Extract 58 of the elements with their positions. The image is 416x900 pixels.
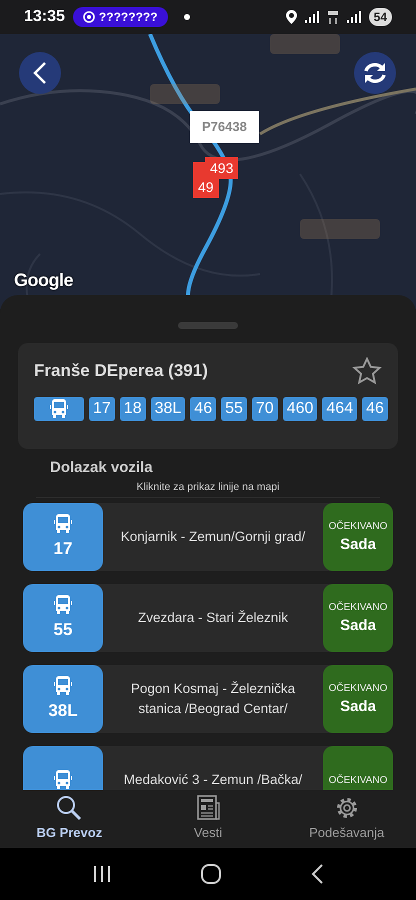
location-icon bbox=[286, 10, 297, 24]
target-icon bbox=[82, 11, 95, 23]
bus-icon bbox=[54, 594, 72, 614]
line-chip[interactable]: 70 bbox=[252, 397, 278, 421]
arrival-row[interactable]: 55 Zvezdara - Stari Železnik OČEKIVANO Sada bbox=[23, 584, 393, 652]
route-name: Pogon Kosmaj - Železnička stanica /Beograd Centar/ bbox=[130, 680, 296, 718]
eta-label: OČEKIVANO bbox=[328, 600, 388, 614]
hint-text: Kliknite za prikaz linije na mapi bbox=[36, 480, 380, 498]
favorite-button[interactable] bbox=[352, 357, 382, 385]
network-icon bbox=[326, 10, 339, 24]
signal-icon bbox=[346, 11, 361, 23]
line-number: 38L bbox=[48, 700, 78, 722]
map-marker[interactable]: 493 bbox=[205, 157, 238, 179]
map-attribution: Google bbox=[14, 269, 73, 292]
recent-apps-icon[interactable] bbox=[93, 866, 111, 882]
eta-label: OČEKIVANO bbox=[328, 773, 388, 788]
signal-icon bbox=[304, 11, 319, 23]
chevron-left-icon bbox=[33, 62, 47, 84]
eta-value: Sada bbox=[340, 696, 376, 716]
line-chip[interactable]: 17 bbox=[89, 397, 115, 421]
arrival-row[interactable]: Medaković 3 - Zemun /Bačka/ OČEKIVANO bbox=[23, 746, 393, 790]
section-title: Dolazak vozila bbox=[50, 458, 154, 478]
map-callout: P76438 bbox=[190, 111, 259, 142]
drag-handle[interactable] bbox=[178, 322, 238, 329]
home-icon[interactable] bbox=[201, 864, 221, 884]
clock-time: 13:35 bbox=[24, 7, 65, 27]
line-chip[interactable]: 460 bbox=[282, 397, 318, 421]
dot-icon bbox=[184, 14, 190, 20]
line-chip[interactable]: 38L bbox=[150, 397, 186, 421]
bus-icon bbox=[54, 770, 72, 790]
eta-label: OČEKIVANO bbox=[328, 681, 388, 696]
newspaper-icon bbox=[195, 795, 221, 822]
line-chip[interactable]: 46 bbox=[362, 397, 388, 421]
route-name: Zvezdara - Stari Železnik bbox=[138, 609, 288, 628]
route-name: Medaković 3 - Zemun /Bačka/ bbox=[124, 771, 302, 790]
arrival-row[interactable]: 38L Pogon Kosmaj - Železnička stanica /Beograd Centar/ OČEKIVANO Sada bbox=[23, 665, 393, 734]
line-number: 55 bbox=[54, 618, 72, 640]
eta-value: Sada bbox=[340, 534, 376, 554]
line-number: 17 bbox=[54, 538, 72, 560]
nav-tab[interactable]: Vesti bbox=[138, 790, 278, 848]
eta-value: Sada bbox=[340, 616, 376, 636]
nav-tab[interactable]: Podešavanja bbox=[277, 790, 416, 848]
nav-tab[interactable]: BG Prevoz bbox=[0, 790, 139, 848]
notification-pill: ???????? bbox=[72, 7, 168, 27]
line-chip[interactable]: 55 bbox=[221, 397, 247, 421]
arrival-row[interactable]: 17 Konjarnik - Zemun/Gornji grad/ OČEKIVANO Sada bbox=[23, 503, 393, 572]
eta-label: OČEKIVANO bbox=[328, 519, 388, 534]
line-chip[interactable]: 464 bbox=[322, 397, 358, 421]
refresh-icon bbox=[363, 62, 387, 84]
back-icon[interactable] bbox=[311, 864, 323, 884]
route-name: Konjarnik - Zemun/Gornji grad/ bbox=[120, 528, 306, 546]
battery-level: 54 bbox=[368, 8, 392, 26]
bus-icon bbox=[54, 514, 72, 534]
bus-icon bbox=[54, 676, 72, 696]
search-icon bbox=[56, 795, 82, 822]
line-chip[interactable]: 18 bbox=[120, 397, 146, 421]
stop-title: Franše DEperea (391) bbox=[34, 360, 208, 382]
line-chip[interactable]: 46 bbox=[190, 397, 216, 421]
